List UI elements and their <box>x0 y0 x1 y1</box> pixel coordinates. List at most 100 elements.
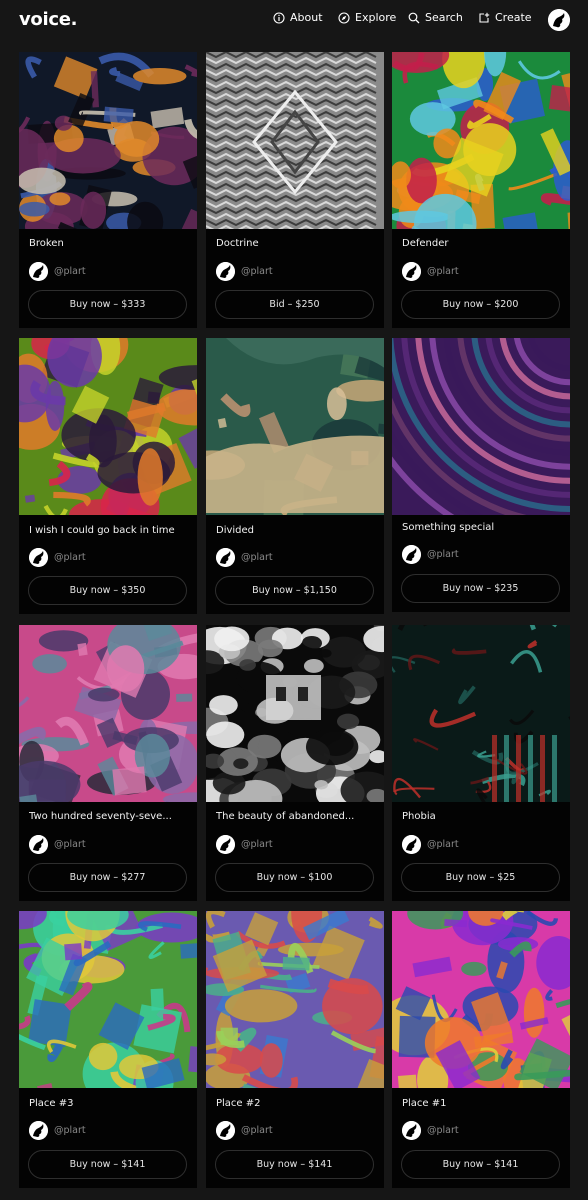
user-avatar-icon <box>402 545 421 564</box>
creator-username[interactable]: @plart <box>241 266 273 277</box>
artwork-image[interactable] <box>392 911 570 1088</box>
creator-username[interactable]: @plart <box>427 839 459 850</box>
creator-avatar[interactable] <box>29 548 48 567</box>
creator-avatar[interactable] <box>402 835 421 854</box>
artwork-title[interactable]: Place #3 <box>29 1098 179 1109</box>
artwork-image[interactable] <box>206 52 384 229</box>
creator-avatar[interactable] <box>402 1121 421 1140</box>
user-avatar-icon <box>216 262 235 281</box>
creator-username[interactable]: @plart <box>54 1125 86 1136</box>
artwork-card[interactable]: Two hundred seventy-seve... @plart Buy now… <box>19 625 197 901</box>
buy-button[interactable]: Buy now – $25 <box>401 863 560 892</box>
artwork-title[interactable]: Place #1 <box>402 1098 552 1109</box>
nav-explore[interactable]: Explore <box>338 11 396 24</box>
artwork-card[interactable]: Divided @plart Buy now – $1,150 <box>206 338 384 614</box>
nav-about[interactable]: About <box>273 11 323 24</box>
artwork-card[interactable]: Place #3 @plart Buy now – $141 <box>19 911 197 1188</box>
creator-info[interactable]: @plart <box>216 1121 273 1140</box>
creator-avatar[interactable] <box>402 545 421 564</box>
artwork-card[interactable]: Place #1 @plart Buy now – $141 <box>392 911 570 1188</box>
nav-about-label: About <box>290 11 323 24</box>
creator-info[interactable]: @plart <box>402 262 459 281</box>
buy-button[interactable]: Buy now – $141 <box>401 1150 560 1179</box>
buy-button[interactable]: Buy now – $1,150 <box>215 576 374 605</box>
artwork-title[interactable]: Phobia <box>402 811 552 822</box>
creator-avatar[interactable] <box>216 1121 235 1140</box>
creator-avatar[interactable] <box>29 262 48 281</box>
creator-avatar[interactable] <box>402 262 421 281</box>
buy-button[interactable]: Buy now – $100 <box>215 863 374 892</box>
buy-button[interactable]: Buy now – $141 <box>28 1150 187 1179</box>
artwork-title[interactable]: Two hundred seventy-seve... <box>29 811 179 822</box>
creator-info[interactable]: @plart <box>402 545 459 564</box>
artwork-card[interactable]: Place #2 @plart Buy now – $141 <box>206 911 384 1188</box>
artwork-image[interactable] <box>392 625 570 802</box>
creator-username[interactable]: @plart <box>427 549 459 560</box>
create-icon <box>479 12 490 23</box>
artwork-title[interactable]: Defender <box>402 238 552 249</box>
search-icon <box>408 12 420 23</box>
artwork-title[interactable]: Place #2 <box>216 1098 366 1109</box>
creator-username[interactable]: @plart <box>54 552 86 563</box>
creator-avatar[interactable] <box>29 1121 48 1140</box>
artwork-card[interactable]: Phobia @plart Buy now – $25 <box>392 625 570 901</box>
nav-create[interactable]: Create <box>478 11 532 24</box>
artwork-title[interactable]: Something special <box>402 522 552 533</box>
artwork-card[interactable]: The beauty of abandoned... @plart Buy now … <box>206 625 384 901</box>
creator-info[interactable]: @plart <box>29 548 86 567</box>
artwork-title[interactable]: I wish I could go back in time <box>29 525 179 536</box>
creator-info[interactable]: @plart <box>29 835 86 854</box>
buy-button[interactable]: Bid – $250 <box>215 290 374 319</box>
nav-create-label: Create <box>495 11 532 24</box>
user-avatar-icon <box>29 262 48 281</box>
artwork-title[interactable]: Broken <box>29 238 179 249</box>
artwork-image[interactable] <box>206 338 384 515</box>
creator-avatar[interactable] <box>216 262 235 281</box>
creator-avatar[interactable] <box>216 548 235 567</box>
creator-info[interactable]: @plart <box>216 548 273 567</box>
artwork-image[interactable] <box>19 338 197 515</box>
artwork-image[interactable] <box>206 625 384 802</box>
creator-username[interactable]: @plart <box>241 839 273 850</box>
user-avatar-icon <box>216 1121 235 1140</box>
creator-info[interactable]: @plart <box>216 262 273 281</box>
artwork-image[interactable] <box>19 52 197 229</box>
buy-button[interactable]: Buy now – $235 <box>401 574 560 603</box>
creator-username[interactable]: @plart <box>427 266 459 277</box>
buy-button[interactable]: Buy now – $350 <box>28 576 187 605</box>
artwork-title[interactable]: The beauty of abandoned... <box>216 811 366 822</box>
creator-info[interactable]: @plart <box>216 835 273 854</box>
artwork-image[interactable] <box>19 625 197 802</box>
artwork-title[interactable]: Doctrine <box>216 238 366 249</box>
user-avatar-icon <box>29 1121 48 1140</box>
creator-info[interactable]: @plart <box>29 262 86 281</box>
artwork-image[interactable] <box>19 911 197 1088</box>
user-avatar-icon <box>29 548 48 567</box>
creator-avatar[interactable] <box>216 835 235 854</box>
artwork-card[interactable]: Broken @plart Buy now – $333 <box>19 52 197 328</box>
creator-info[interactable]: @plart <box>402 835 459 854</box>
creator-username[interactable]: @plart <box>427 1125 459 1136</box>
artwork-image[interactable] <box>392 52 570 229</box>
buy-button[interactable]: Buy now – $333 <box>28 290 187 319</box>
artwork-title[interactable]: Divided <box>216 525 366 536</box>
buy-button[interactable]: Buy now – $277 <box>28 863 187 892</box>
artwork-card[interactable]: Defender @plart Buy now – $200 <box>392 52 570 328</box>
creator-info[interactable]: @plart <box>29 1121 86 1140</box>
artwork-image[interactable] <box>206 911 384 1088</box>
buy-button[interactable]: Buy now – $200 <box>401 290 560 319</box>
creator-username[interactable]: @plart <box>54 839 86 850</box>
profile-avatar[interactable] <box>548 9 570 31</box>
creator-info[interactable]: @plart <box>402 1121 459 1140</box>
creator-avatar[interactable] <box>29 835 48 854</box>
creator-username[interactable]: @plart <box>54 266 86 277</box>
nav-search[interactable]: Search <box>408 11 463 24</box>
artwork-image[interactable] <box>392 338 570 515</box>
creator-username[interactable]: @plart <box>241 552 273 563</box>
buy-button[interactable]: Buy now – $141 <box>215 1150 374 1179</box>
artwork-card[interactable]: Doctrine @plart Bid – $250 <box>206 52 384 328</box>
nav-explore-label: Explore <box>355 11 397 24</box>
artwork-card[interactable]: Something special @plart Buy now – $235 <box>392 338 570 612</box>
artwork-card[interactable]: I wish I could go back in time @plart Buy … <box>19 338 197 614</box>
creator-username[interactable]: @plart <box>241 1125 273 1136</box>
